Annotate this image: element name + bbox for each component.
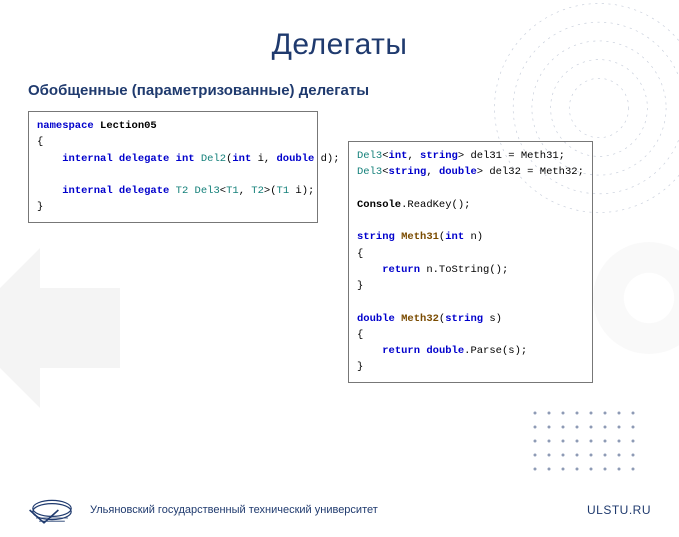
content-area: namespace Lection05 { internal delegate … <box>0 111 679 383</box>
footer-university: Ульяновский государственный технический … <box>90 504 587 516</box>
slide-title: Делегаты <box>0 28 679 62</box>
code-block-left: namespace Lection05 { internal delegate … <box>28 111 318 223</box>
decorative-dots <box>529 407 649 487</box>
footer-url: ULSTU.RU <box>587 503 651 517</box>
code-block-right: Del3<int, string> del31 = Meth31; Del3<s… <box>348 141 593 383</box>
university-logo <box>28 493 76 527</box>
slide-subtitle: Обобщенные (параметризованные) делегаты <box>28 82 679 99</box>
footer: Ульяновский государственный технический … <box>0 483 679 537</box>
